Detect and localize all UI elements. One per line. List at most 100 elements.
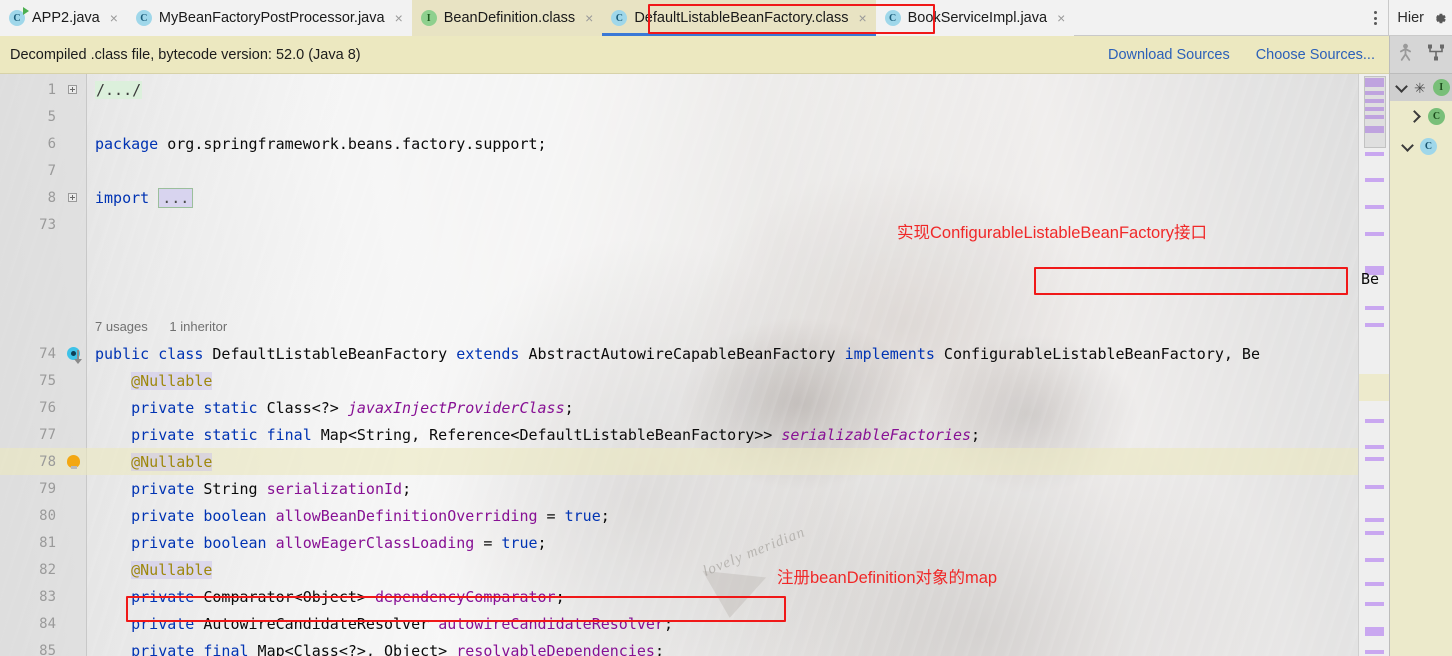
annotation-nullable: @Nullable [131,560,213,579]
editor-marker-stripe[interactable]: Be [1358,74,1390,656]
code-line[interactable]: 74 public class DefaultListableBeanFacto… [0,340,1358,367]
line-number: 75 [39,372,56,389]
tab-label: BeanDefinition.class [443,10,576,26]
tab-label: DefaultListableBeanFactory.class [634,10,849,26]
marker[interactable] [1365,558,1384,562]
run-anything-icon[interactable] [1397,43,1414,67]
tab-close-icon[interactable]: × [1057,11,1065,25]
tab-close-icon[interactable]: × [585,11,593,25]
decompiled-notification-banner: Decompiled .class file, bytecode version… [0,36,1389,74]
fold-marker[interactable] [60,193,87,202]
line-number: 8 [47,189,56,206]
line-number: 81 [39,534,56,551]
hierarchy-row[interactable]: C [1390,131,1452,161]
annotation-nullable: @Nullable [131,371,213,390]
folded-imports[interactable]: ... [158,187,194,208]
code-line[interactable]: 75 @Nullable [0,367,1358,394]
marker[interactable] [1365,602,1384,606]
inheritors-hint[interactable]: 1 inheritor [169,319,227,334]
implementation-marker-icon[interactable] [60,347,87,364]
folded-comment[interactable]: /.../ [95,80,143,99]
chevron-down-icon[interactable] [1396,82,1407,93]
tab-beandefinition-class[interactable]: I BeanDefinition.class × [411,0,603,36]
marker-highlight-band [1359,374,1390,401]
more-options-icon[interactable] [1362,0,1388,36]
tab-close-icon[interactable]: × [395,11,403,25]
inlay-hints[interactable]: 7 usages 1 inheritor [95,319,245,334]
line-number: 6 [47,135,56,152]
line-number: 76 [39,399,56,416]
banner-message: Decompiled .class file, bytecode version… [10,46,361,63]
marker[interactable] [1365,650,1384,654]
marker[interactable] [1365,152,1384,156]
marker[interactable] [1365,306,1384,310]
scrollbar-thumb[interactable] [1364,76,1386,148]
code-line[interactable]: 79 private String serializationId; [0,475,1358,502]
tab-defaultlistablebeanfactory-class[interactable]: C DefaultListableBeanFactory.class × [602,0,876,36]
code-line[interactable]: 85 private final Map<Class<?>, Object> r… [0,637,1358,656]
code-line[interactable]: 1 /.../ [0,76,1358,103]
chevron-right-icon[interactable] [1410,111,1421,122]
marker[interactable] [1365,205,1384,209]
code-line[interactable]: 81 private boolean allowEagerClassLoadin… [0,529,1358,556]
tab-bookserviceimpl-java[interactable]: C BookServiceImpl.java × [875,0,1075,36]
marker[interactable] [1365,419,1384,423]
minimap-overflow-text: Be [1361,270,1380,288]
marker[interactable] [1365,232,1384,236]
marker[interactable] [1365,457,1384,461]
code-line[interactable]: 7 [0,157,1358,184]
code-line[interactable]: 80 private boolean allowBeanDefinitionOv… [0,502,1358,529]
banner-actions: Download Sources Choose Sources... [1108,47,1389,63]
marker[interactable] [1365,531,1384,535]
code-line[interactable]: 82 @Nullable [0,556,1358,583]
tab-app2-java[interactable]: C APP2.java × [0,0,127,36]
marker[interactable] [1365,323,1384,327]
code-line[interactable]: 5 [0,103,1358,130]
java-interface-icon: I [420,10,437,26]
download-sources-link[interactable]: Download Sources [1108,47,1230,63]
tab-label: BookServiceImpl.java [907,10,1048,26]
tab-close-icon[interactable]: × [858,11,866,25]
tab-close-icon[interactable]: × [110,11,118,25]
code-lines: 1 /.../ 5 6 package org.springframework.… [0,74,1358,656]
choose-sources-link[interactable]: Choose Sources... [1256,47,1375,63]
line-number: 77 [39,426,56,443]
gear-icon[interactable] [1426,0,1452,36]
marker[interactable] [1365,485,1384,489]
hierarchy-panel[interactable]: ✳ I C C [1389,74,1452,656]
code-line[interactable]: 77 private static final Map<String, Refe… [0,421,1358,448]
marker[interactable] [1365,445,1384,449]
chevron-down-icon[interactable] [1402,141,1413,152]
code-editor[interactable]: lovely meridian 1 /.../ 5 6 package org.… [0,74,1358,656]
code-line[interactable]: 76 private static Class<?> javaxInjectPr… [0,394,1358,421]
marker[interactable] [1365,582,1384,586]
marker[interactable] [1365,627,1384,636]
java-class-icon: C [135,10,152,26]
line-number: 73 [39,216,56,233]
line-number: 84 [39,615,56,632]
code-line[interactable]: 84 private AutowireCandidateResolver aut… [0,610,1358,637]
code-line[interactable]: 6 package org.springframework.beans.fact… [0,130,1358,157]
line-number: 85 [39,642,56,656]
code-line[interactable]: 78 @Nullable [0,448,1358,475]
structure-icon[interactable] [1427,43,1445,67]
hierarchy-row[interactable]: C [1390,101,1452,131]
intention-bulb-icon[interactable] [60,455,87,469]
code-line[interactable]: 83 private Comparator<Object> dependency… [0,583,1358,610]
hierarchy-tool-label[interactable]: Hier [1388,0,1426,36]
code-line[interactable]: 8 import ... [0,184,1358,211]
tab-label: APP2.java [32,10,100,26]
fold-marker[interactable] [60,85,87,94]
java-class-icon: C [1428,107,1445,125]
usages-hint[interactable]: 7 usages [95,319,148,334]
annotation-note-map: 注册beanDefinition对象的map [777,569,998,587]
annotation-nullable: @Nullable [131,452,213,471]
line-number: 79 [39,480,56,497]
hierarchy-row[interactable]: ✳ I [1390,74,1452,101]
java-class-icon: C [884,10,901,26]
line-number: 83 [39,588,56,605]
marker[interactable] [1365,178,1384,182]
line-number: 5 [47,108,56,125]
tab-mybeanfactorypostprocessor-java[interactable]: C MyBeanFactoryPostProcessor.java × [126,0,412,36]
marker[interactable] [1365,518,1384,522]
